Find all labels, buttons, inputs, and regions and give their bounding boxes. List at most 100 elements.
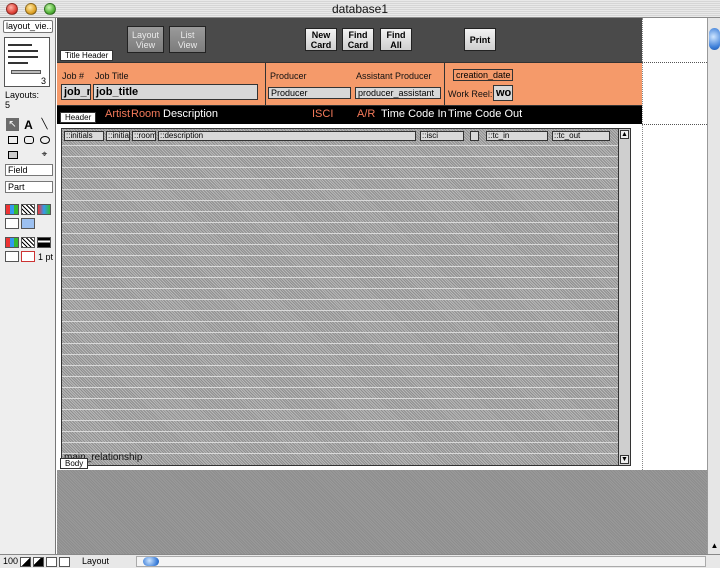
scroll-down-arrow-icon[interactable]: ▼ bbox=[620, 455, 629, 464]
part-boundary bbox=[642, 62, 707, 63]
isci-portal-field[interactable]: ::isci bbox=[420, 131, 464, 141]
layout-view-button[interactable]: Layout View bbox=[127, 26, 164, 53]
fill-sample-icon bbox=[21, 218, 35, 229]
new-card-button[interactable]: New Card bbox=[305, 28, 337, 51]
portal-scrollbar[interactable]: ▲ ▼ bbox=[618, 129, 630, 465]
part-popup[interactable]: Part bbox=[5, 181, 53, 193]
portal-row-separator bbox=[62, 156, 620, 157]
portal-row-separator bbox=[62, 244, 620, 245]
portal-row-separator bbox=[62, 233, 620, 234]
divider bbox=[444, 63, 445, 105]
title-header-part-tab[interactable]: Title Header bbox=[60, 50, 114, 61]
fill-color-icon[interactable] bbox=[5, 204, 19, 215]
book-icon[interactable]: 3 bbox=[4, 37, 50, 87]
line-tool-icon[interactable]: ╲ bbox=[38, 118, 51, 131]
scroll-up-arrow-icon[interactable]: ▲ bbox=[620, 130, 629, 139]
rounded-rect-tool-icon[interactable] bbox=[22, 133, 35, 146]
fill-pattern-icon[interactable] bbox=[21, 204, 35, 215]
layouts-count: 5 bbox=[5, 100, 11, 110]
portal-row-separator bbox=[62, 145, 620, 146]
tc-out-portal-field[interactable]: ::tc_out bbox=[552, 131, 610, 141]
zoom-level[interactable]: 100 bbox=[3, 556, 18, 566]
border-icon[interactable] bbox=[21, 251, 35, 262]
portal-row-separator bbox=[62, 255, 620, 256]
room-column-label: Room bbox=[131, 108, 161, 120]
ar-checkbox[interactable] bbox=[470, 131, 479, 141]
initials-portal-field[interactable]: ::initials bbox=[64, 131, 104, 141]
producer-field[interactable]: Producer bbox=[268, 87, 351, 99]
initial-portal-field[interactable]: ::initial bbox=[106, 131, 130, 141]
portal-row-separator bbox=[62, 321, 620, 322]
status-area-toggle-icon[interactable] bbox=[46, 557, 57, 567]
part-boundary bbox=[642, 124, 707, 125]
column-header-row: Artist Room Description ISCI A/R Time Co… bbox=[57, 106, 642, 124]
page-line bbox=[8, 62, 28, 64]
portal-row-separator bbox=[62, 266, 620, 267]
pen-pattern-icon[interactable] bbox=[21, 237, 35, 248]
crop-tool-icon[interactable]: ⌖ bbox=[38, 148, 51, 161]
creation-date-field[interactable]: creation_date bbox=[453, 69, 513, 81]
tc-in-portal-field[interactable]: ::tc_in bbox=[486, 131, 548, 141]
fill-effect-icon[interactable] bbox=[37, 204, 51, 215]
mode-popup[interactable]: Layout bbox=[82, 556, 109, 566]
header-part-tab[interactable]: Header bbox=[60, 112, 97, 123]
body-part-tab[interactable]: Body bbox=[60, 458, 89, 469]
window-title: database1 bbox=[331, 2, 389, 16]
status-bar: 100 Layout bbox=[0, 554, 720, 568]
horizontal-scrollbar[interactable] bbox=[136, 556, 706, 567]
layout-popup[interactable]: layout_vie... bbox=[3, 20, 53, 33]
portal-row-separator bbox=[62, 178, 620, 179]
print-button[interactable]: Print bbox=[464, 28, 496, 51]
list-view-button[interactable]: List View bbox=[169, 26, 206, 53]
status-tool-panel: layout_vie... 3 Layouts: 5 ↖ A ╲ ⌖ Field… bbox=[0, 18, 56, 554]
portal-row-separator bbox=[62, 288, 620, 289]
portal-row-separator bbox=[62, 376, 620, 377]
page-line bbox=[8, 56, 38, 58]
zoom-out-icon[interactable] bbox=[20, 557, 31, 567]
work-reel-field[interactable]: wo bbox=[493, 85, 513, 101]
vertical-scrollbar[interactable]: ▲ bbox=[707, 18, 720, 554]
scroll-thumb[interactable] bbox=[709, 28, 720, 50]
empty-layout-area bbox=[57, 470, 707, 554]
job-number-field[interactable]: job_n bbox=[61, 84, 91, 100]
time-code-in-column-label: Time Code In bbox=[381, 108, 447, 120]
layout-mode-icon[interactable] bbox=[59, 557, 70, 567]
work-reel-label: Work Reel: bbox=[448, 89, 493, 99]
scroll-thumb[interactable] bbox=[143, 557, 159, 566]
job-title-field[interactable]: job_title bbox=[93, 84, 258, 100]
button-tool-icon[interactable] bbox=[6, 148, 19, 161]
line-style-icon[interactable] bbox=[37, 237, 51, 248]
title-header-part: Layout View List View New Card Find Card… bbox=[57, 18, 642, 62]
pen-color-icon[interactable] bbox=[5, 237, 19, 248]
find-all-button[interactable]: Find All bbox=[380, 28, 412, 51]
portal-row-separator bbox=[62, 211, 620, 212]
pen-icon[interactable] bbox=[5, 251, 19, 262]
job-number-label: Job # bbox=[62, 71, 85, 81]
page-slider[interactable] bbox=[11, 70, 41, 74]
assistant-producer-field[interactable]: producer_assistant bbox=[355, 87, 441, 99]
portal-row-separator bbox=[62, 222, 620, 223]
description-column-label: Description bbox=[163, 108, 219, 120]
isci-column-label: ISCI bbox=[312, 108, 334, 120]
pointer-tool-icon[interactable]: ↖ bbox=[6, 118, 19, 131]
zoom-in-icon[interactable] bbox=[33, 557, 44, 567]
find-card-button[interactable]: Find Card bbox=[342, 28, 374, 51]
artist-column-label: Artist bbox=[105, 108, 131, 120]
flipbook-page-number: 3 bbox=[40, 76, 46, 86]
portal-row-separator bbox=[62, 277, 620, 278]
window-titlebar: database1 bbox=[0, 0, 720, 18]
page-boundary bbox=[642, 18, 643, 470]
room-portal-field[interactable]: ::room bbox=[132, 131, 156, 141]
line-width-label[interactable]: 1 pt bbox=[38, 252, 53, 262]
scroll-up-arrow-icon[interactable]: ▲ bbox=[709, 541, 720, 551]
portal-row-separator bbox=[62, 167, 620, 168]
layout-canvas: Layout View List View New Card Find Card… bbox=[57, 18, 707, 554]
field-popup[interactable]: Field bbox=[5, 164, 53, 176]
description-portal-field[interactable]: ::description bbox=[158, 131, 416, 141]
bucket-icon[interactable] bbox=[5, 218, 19, 229]
rectangle-tool-icon[interactable] bbox=[6, 133, 19, 146]
text-tool-icon[interactable]: A bbox=[22, 118, 35, 132]
oval-tool-icon[interactable] bbox=[38, 133, 51, 146]
portal[interactable]: ::initials ::initial ::room ::descriptio… bbox=[61, 128, 631, 466]
divider bbox=[265, 63, 266, 105]
